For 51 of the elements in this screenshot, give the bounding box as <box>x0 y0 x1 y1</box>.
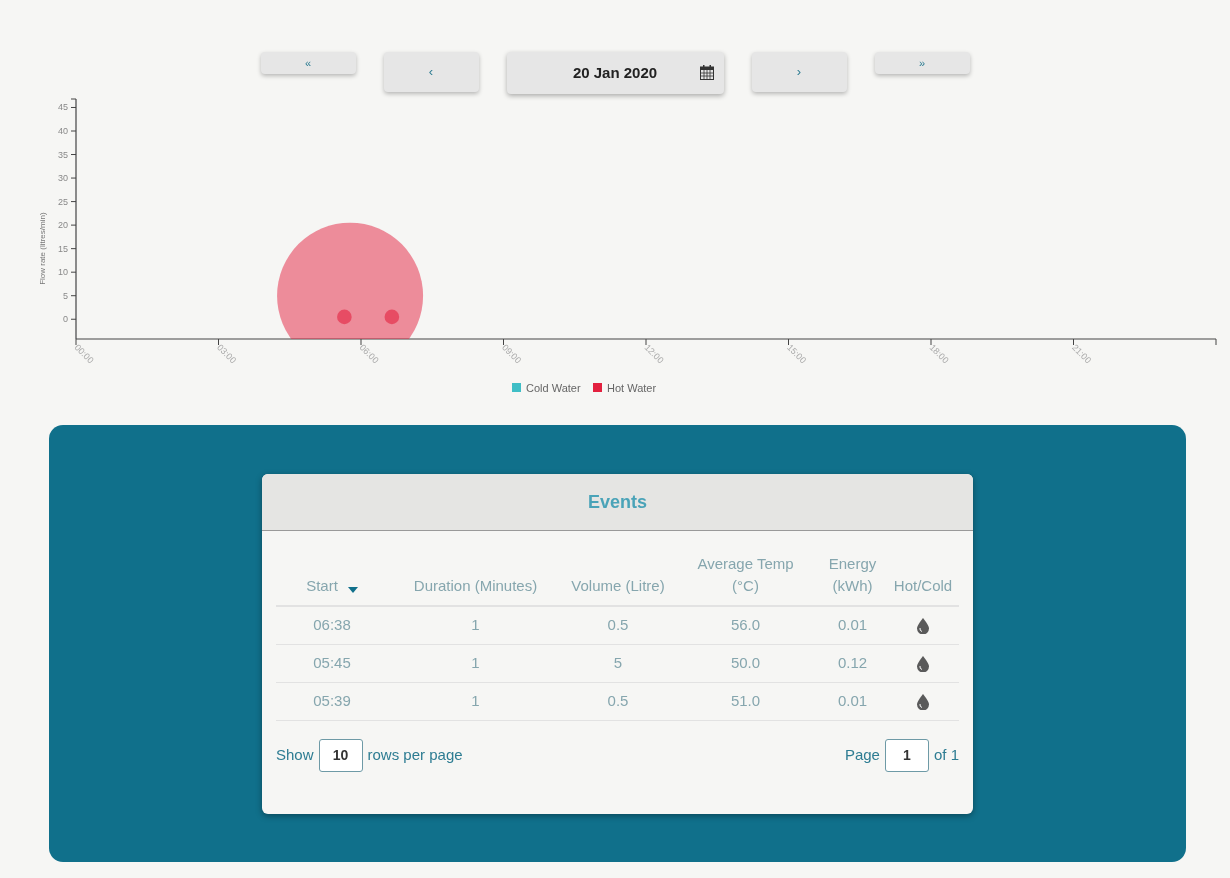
first-page-button[interactable]: « <box>260 52 356 74</box>
table-cell: 50.0 <box>730 653 761 671</box>
rows-per-page-label: rows per page <box>367 744 463 765</box>
last-page-button[interactable]: » <box>874 52 970 74</box>
legend-label: Cold Water <box>526 382 581 394</box>
y-axis-label: Flow rate (litres/min) <box>38 212 47 285</box>
table-cell: 0.5 <box>607 691 629 709</box>
y-tick-label: 5 <box>63 290 68 301</box>
y-tick-label: 35 <box>58 149 68 160</box>
water-drop-icon <box>917 655 929 672</box>
column-header[interactable]: Average Temp (°C) <box>690 553 801 597</box>
table-cell: 1 <box>471 691 480 709</box>
y-tick-label: 15 <box>58 243 68 254</box>
date-picker[interactable]: 20 Jan 2020 <box>506 52 724 94</box>
column-header[interactable]: Volume (Litre) <box>571 575 665 597</box>
page-label: Page <box>844 744 880 765</box>
table-cell: 06:38 <box>313 616 351 633</box>
table-cell: 5 <box>613 653 623 671</box>
legend-label: Hot Water <box>607 382 657 394</box>
next-button[interactable]: › <box>751 52 847 92</box>
table-cell: 0.5 <box>607 616 629 633</box>
rows-per-page-field[interactable]: 10 <box>318 738 363 772</box>
table-cell: 05:45 <box>313 653 351 671</box>
column-header[interactable]: Hot/Cold <box>893 575 953 597</box>
table-cell: 1 <box>471 616 480 633</box>
table-cell: 1 <box>471 653 480 671</box>
water-drop-icon <box>917 693 929 710</box>
y-tick-label: 0 <box>63 314 68 325</box>
y-tick-label: 30 <box>58 173 68 184</box>
y-tick-label: 10 <box>58 267 68 278</box>
show-label: Show <box>276 744 314 765</box>
table-cell: 51.0 <box>730 691 761 709</box>
table-cell: 0.01 <box>837 691 868 709</box>
table-cell: 05:39 <box>313 691 351 709</box>
date-text: 20 Jan 2020 <box>572 62 658 83</box>
y-tick-label: 45 <box>58 102 68 113</box>
y-tick-label: 40 <box>58 126 68 136</box>
calendar-icon <box>699 65 714 80</box>
card-title: Events <box>588 490 647 514</box>
y-tick-label: 20 <box>58 220 68 231</box>
page-number-field[interactable]: 1 <box>884 738 929 772</box>
table-cell: 0.01 <box>837 616 868 633</box>
column-header[interactable]: Energy (kWh) <box>827 553 878 597</box>
column-header[interactable]: Duration (Minutes) <box>413 575 538 597</box>
y-tick-label: 25 <box>58 196 68 207</box>
previous-button[interactable]: ‹ <box>383 52 479 92</box>
column-header[interactable]: Start <box>306 575 358 597</box>
page-count-label: of 1 <box>933 744 959 765</box>
table-cell: 0.12 <box>837 653 868 671</box>
table-cell: 56.0 <box>730 616 761 633</box>
water-drop-icon <box>917 618 929 635</box>
